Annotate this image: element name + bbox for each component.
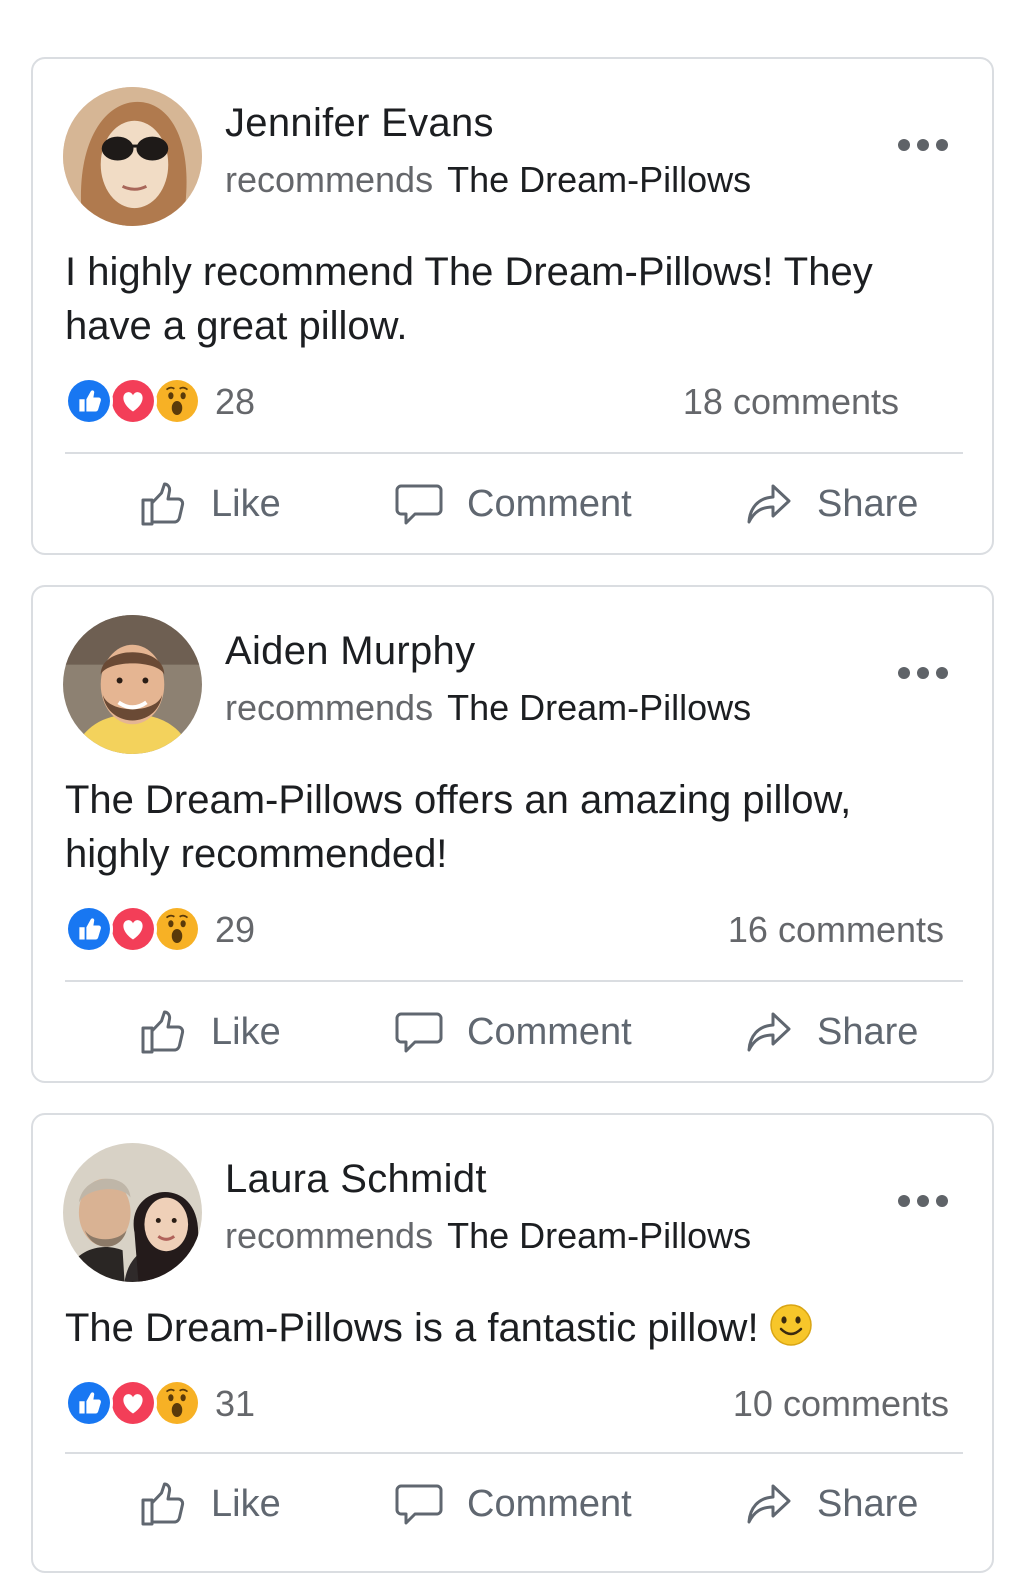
share-arrow-icon xyxy=(743,478,795,530)
comment-label: Comment xyxy=(467,1482,632,1525)
recommend-line: recommends The Dream-Pillows xyxy=(225,159,751,201)
post-text-container: The Dream-Pillows is a fantastic pillow! xyxy=(65,1301,945,1355)
wow-icon xyxy=(153,1379,201,1427)
divider xyxy=(65,452,963,454)
recommend-verb: recommends xyxy=(225,1215,434,1256)
reaction-count[interactable]: 29 xyxy=(215,909,255,951)
share-arrow-icon xyxy=(743,1006,795,1058)
more-dot-icon xyxy=(936,1195,948,1207)
comment-bubble-icon xyxy=(393,1006,445,1058)
share-label: Share xyxy=(817,1482,919,1525)
post-stats: 28 18 comments xyxy=(65,375,965,427)
reactions-summary[interactable] xyxy=(65,903,205,955)
like-label: Like xyxy=(211,482,281,525)
comment-count[interactable]: 16 comments xyxy=(728,909,944,951)
reactions-summary[interactable] xyxy=(65,1377,205,1429)
author-name[interactable]: Laura Schmidt xyxy=(225,1157,487,1202)
like-button[interactable]: Like xyxy=(137,1464,281,1544)
page-link[interactable]: The Dream-Pillows xyxy=(447,1215,751,1256)
more-options-button[interactable] xyxy=(898,653,948,693)
post-text: The Dream-Pillows offers an amazing pill… xyxy=(65,778,852,876)
recommend-verb: recommends xyxy=(225,159,434,200)
avatar[interactable] xyxy=(63,87,202,226)
more-dot-icon xyxy=(936,139,948,151)
post-card: Aiden Murphy recommends The Dream-Pillows… xyxy=(31,585,994,1083)
like-label: Like xyxy=(211,1010,281,1053)
like-button[interactable]: Like xyxy=(137,992,281,1072)
more-dot-icon xyxy=(898,139,910,151)
reaction-count[interactable]: 31 xyxy=(215,1383,255,1425)
recommend-line: recommends The Dream-Pillows xyxy=(225,1215,751,1257)
more-dot-icon xyxy=(917,667,929,679)
post-card: Laura Schmidt recommends The Dream-Pillow… xyxy=(31,1113,994,1573)
divider xyxy=(65,980,963,982)
more-dot-icon xyxy=(917,1195,929,1207)
like-icon xyxy=(65,905,113,953)
post-card: Jennifer Evans recommends The Dream-Pillo… xyxy=(31,57,994,555)
avatar[interactable] xyxy=(63,1143,202,1282)
recommend-verb: recommends xyxy=(225,687,434,728)
author-name[interactable]: Aiden Murphy xyxy=(225,629,475,674)
comment-button[interactable]: Comment xyxy=(393,992,632,1072)
reaction-count[interactable]: 28 xyxy=(215,381,255,423)
recommend-line: recommends The Dream-Pillows xyxy=(225,687,751,729)
love-icon xyxy=(109,905,157,953)
comment-bubble-icon xyxy=(393,1478,445,1530)
divider xyxy=(65,1452,963,1454)
like-icon xyxy=(65,377,113,425)
comment-label: Comment xyxy=(467,482,632,525)
comment-button[interactable]: Comment xyxy=(393,464,632,544)
smiley-emoji-icon xyxy=(769,1304,812,1346)
action-bar: Like Comment Share xyxy=(33,1464,996,1544)
page-link[interactable]: The Dream-Pillows xyxy=(447,159,751,200)
like-button[interactable]: Like xyxy=(137,464,281,544)
action-bar: Like Comment Share xyxy=(33,464,996,544)
reactions-summary[interactable] xyxy=(65,375,205,427)
share-arrow-icon xyxy=(743,1478,795,1530)
comment-count[interactable]: 10 comments xyxy=(733,1383,949,1425)
more-options-button[interactable] xyxy=(898,1181,948,1221)
share-label: Share xyxy=(817,1010,919,1053)
like-icon xyxy=(65,1379,113,1427)
post-text: I highly recommend The Dream-Pillows! Th… xyxy=(65,250,873,348)
comment-bubble-icon xyxy=(393,478,445,530)
wow-icon xyxy=(153,377,201,425)
thumbs-up-icon xyxy=(137,478,189,530)
page-link[interactable]: The Dream-Pillows xyxy=(447,687,751,728)
like-label: Like xyxy=(211,1482,281,1525)
thumbs-up-icon xyxy=(137,1478,189,1530)
post-stats: 29 16 comments xyxy=(65,903,965,955)
action-bar: Like Comment Share xyxy=(33,992,996,1072)
author-name[interactable]: Jennifer Evans xyxy=(225,101,494,146)
avatar[interactable] xyxy=(63,615,202,754)
share-button[interactable]: Share xyxy=(743,1464,918,1544)
comment-button[interactable]: Comment xyxy=(393,1464,632,1544)
comment-count[interactable]: 18 comments xyxy=(683,381,899,423)
more-dot-icon xyxy=(936,667,948,679)
share-button[interactable]: Share xyxy=(743,992,918,1072)
wow-icon xyxy=(153,905,201,953)
share-label: Share xyxy=(817,482,919,525)
love-icon xyxy=(109,1379,157,1427)
more-dot-icon xyxy=(898,667,910,679)
more-dot-icon xyxy=(917,139,929,151)
share-button[interactable]: Share xyxy=(743,464,918,544)
more-options-button[interactable] xyxy=(898,125,948,165)
comment-label: Comment xyxy=(467,1010,632,1053)
post-text: The Dream-Pillows is a fantastic pillow! xyxy=(65,1306,759,1350)
love-icon xyxy=(109,377,157,425)
post-stats: 31 10 comments xyxy=(65,1377,965,1429)
more-dot-icon xyxy=(898,1195,910,1207)
thumbs-up-icon xyxy=(137,1006,189,1058)
